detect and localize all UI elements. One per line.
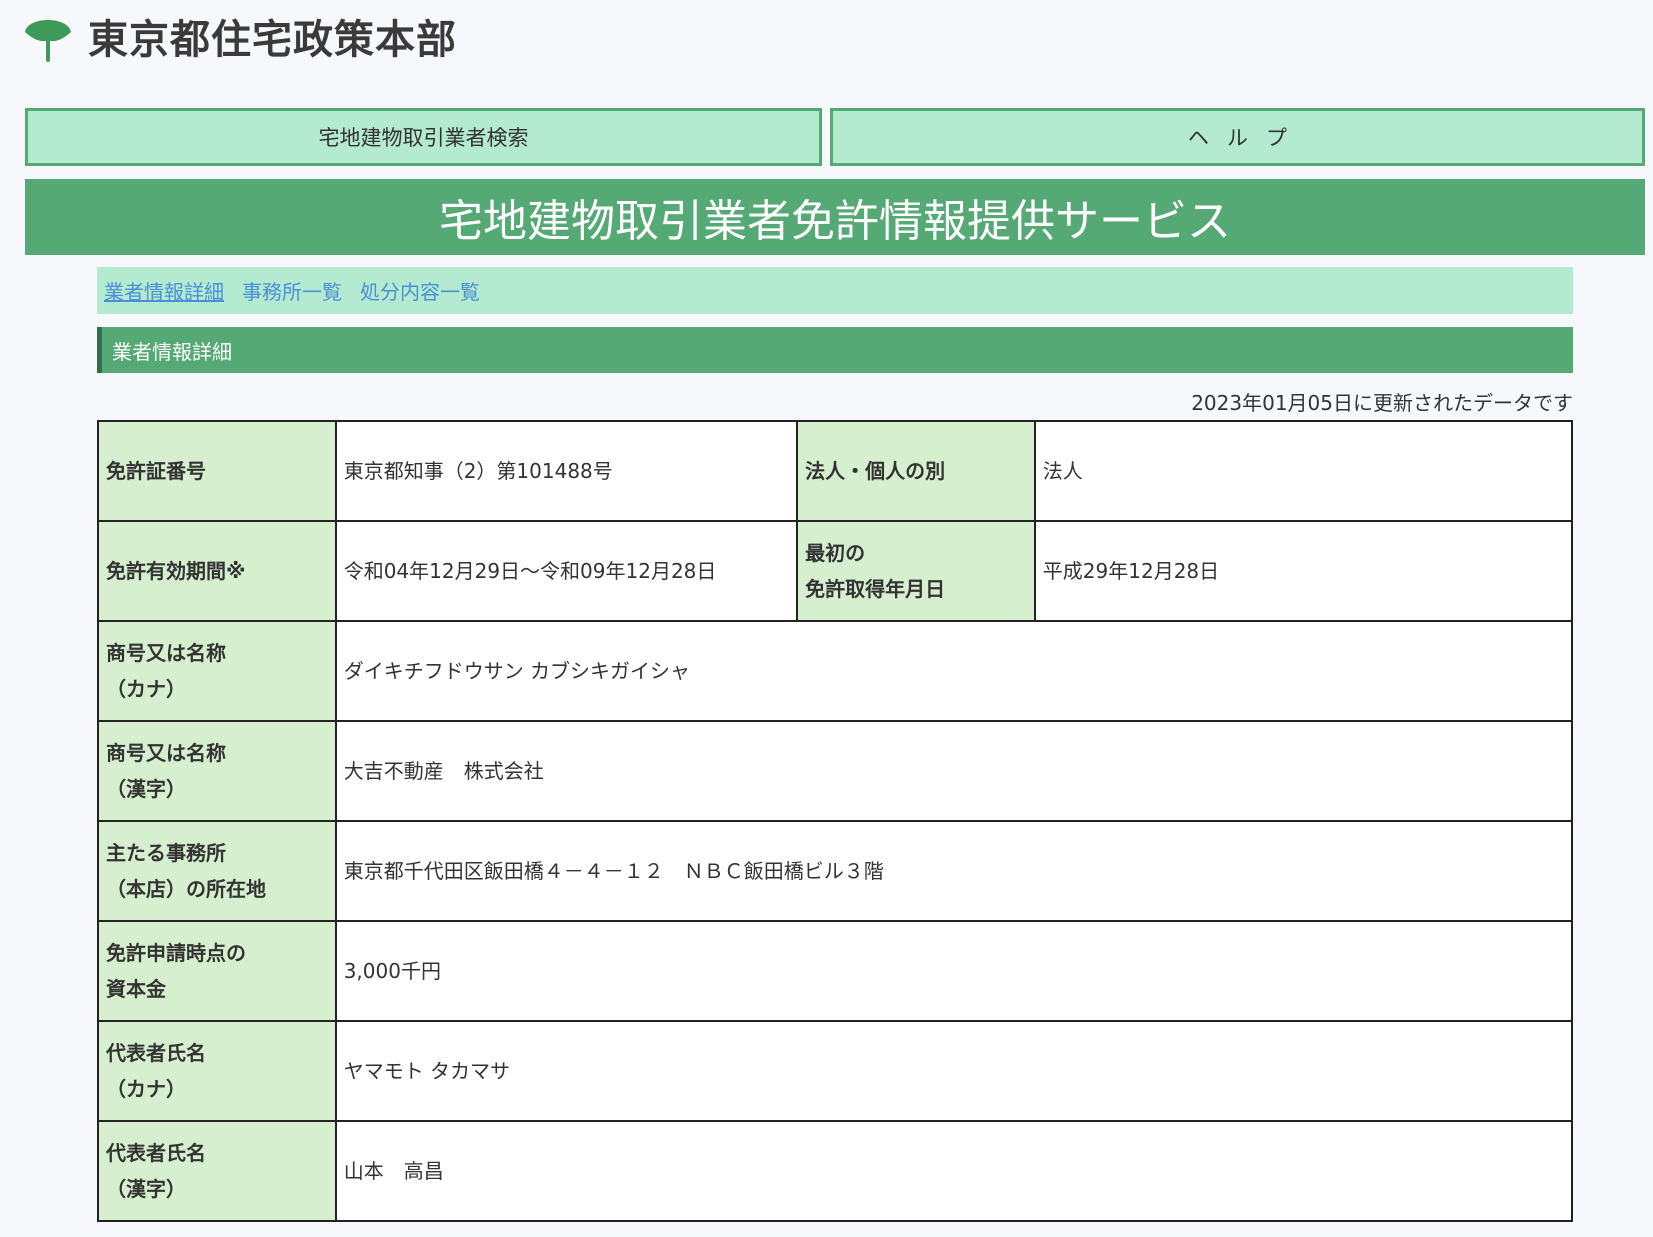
org-name: 東京都住宅政策本部	[88, 17, 457, 63]
trade-name-kanji-value: 大吉不動産 株式会社	[334, 720, 1574, 822]
top-navigation: 宅地建物取引業者検索 ヘルプ	[25, 108, 1645, 166]
head-office-address-value: 東京都千代田区飯田橋４－４－１２ ＮＢＣ飯田橋ビル３階	[334, 820, 1574, 922]
table-row: 商号又は名称 （漢字） 大吉不動産 株式会社	[97, 720, 1574, 822]
table-row: 免許申請時点の 資本金 3,000千円	[97, 920, 1574, 1022]
capital-label: 免許申請時点の 資本金	[97, 920, 337, 1022]
first-license-date-value: 平成29年12月28日	[1033, 520, 1574, 622]
subnav-office-list-link[interactable]: 事務所一覧	[242, 276, 342, 305]
section-title: 業者情報詳細	[97, 327, 1573, 373]
table-row: 免許証番号 東京都知事（2）第101488号 法人・個人の別 法人	[97, 420, 1574, 522]
license-number-value: 東京都知事（2）第101488号	[334, 420, 799, 522]
table-row: 免許有効期間※ 令和04年12月29日～令和09年12月28日 最初の 免許取得年…	[97, 520, 1574, 622]
ginkgo-logo-icon	[25, 20, 71, 62]
first-license-date-label: 最初の 免許取得年月日	[796, 520, 1036, 622]
trade-name-kana-label: 商号又は名称 （カナ）	[97, 620, 337, 722]
service-title-banner: 宅地建物取引業者免許情報提供サービス	[25, 179, 1645, 255]
validity-period-label: 免許有効期間※	[97, 520, 337, 622]
representative-kanji-value: 山本 高昌	[334, 1120, 1574, 1222]
entity-type-value: 法人	[1033, 420, 1574, 522]
data-updated-note: 2023年01月05日に更新されたデータです	[1191, 391, 1573, 415]
entity-type-label: 法人・個人の別	[796, 420, 1036, 522]
broker-detail-table: 免許証番号 東京都知事（2）第101488号 法人・個人の別 法人 免許有効期間…	[97, 420, 1574, 1222]
table-row: 主たる事務所 （本店）の所在地 東京都千代田区飯田橋４－４－１２ ＮＢＣ飯田橋ビル…	[97, 820, 1574, 922]
license-number-label: 免許証番号	[97, 420, 337, 522]
representative-kana-value: ヤマモト タカマサ	[334, 1020, 1574, 1122]
help-button[interactable]: ヘルプ	[830, 108, 1645, 166]
table-row: 代表者氏名 （漢字） 山本 高昌	[97, 1120, 1574, 1222]
table-row: 代表者氏名 （カナ） ヤマモト タカマサ	[97, 1020, 1574, 1122]
table-row: 商号又は名称 （カナ） ダイキチフドウサン カブシキガイシャ	[97, 620, 1574, 722]
capital-value: 3,000千円	[334, 920, 1574, 1022]
representative-kanji-label: 代表者氏名 （漢字）	[97, 1120, 337, 1222]
subnav-disposition-list-link[interactable]: 処分内容一覧	[360, 276, 480, 305]
representative-kana-label: 代表者氏名 （カナ）	[97, 1020, 337, 1122]
broker-search-button[interactable]: 宅地建物取引業者検索	[25, 108, 822, 166]
trade-name-kana-value: ダイキチフドウサン カブシキガイシャ	[334, 620, 1574, 722]
subnav-broker-detail-link[interactable]: 業者情報詳細	[104, 276, 224, 305]
head-office-address-label: 主たる事務所 （本店）の所在地	[97, 820, 337, 922]
sub-navigation: 業者情報詳細 事務所一覧 処分内容一覧	[97, 267, 1573, 314]
validity-period-value: 令和04年12月29日～令和09年12月28日	[334, 520, 799, 622]
site-header: 東京都住宅政策本部	[22, 8, 457, 64]
trade-name-kanji-label: 商号又は名称 （漢字）	[97, 720, 337, 822]
